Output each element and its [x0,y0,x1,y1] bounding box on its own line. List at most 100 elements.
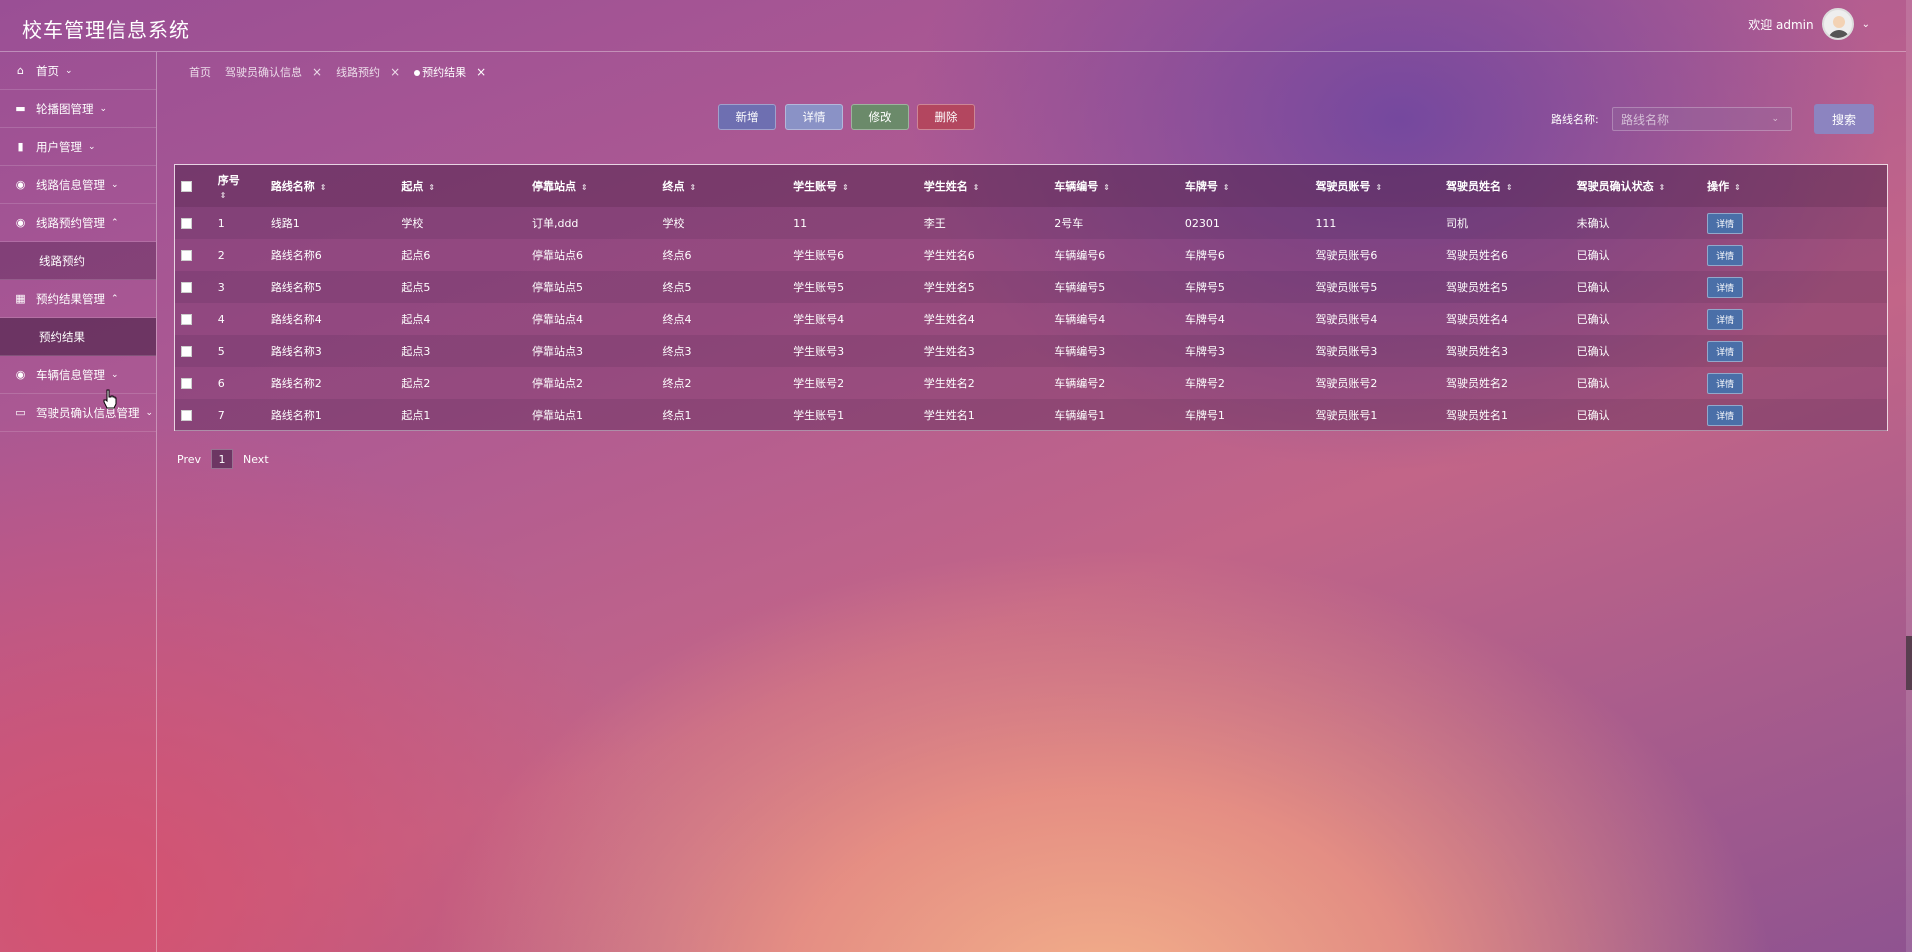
sidebar-item[interactable]: ⌂ 首页 ⌄ [0,52,156,90]
column-header[interactable]: 序号 ⇕ [214,165,267,207]
sort-icon[interactable]: ⇕ [581,183,588,192]
row-detail-button[interactable]: 详情 [1707,372,1744,394]
table-cell: 学生姓名1 [923,409,975,422]
sidebar-item[interactable]: ▬ 轮播图管理 ⌄ [0,90,156,128]
table-row[interactable]: 5 路线名称3 起点3 停靠站点3 终点3 学生账号3 学生姓名3 车辆编号3 车牌号3 驾驶员账… [175,335,1887,367]
table-row[interactable]: 6 路线名称2 起点2 停靠站点2 终点2 学生账号2 学生姓名2 车辆编号2 车牌号2 驾驶员账… [175,367,1887,399]
row-checkbox[interactable] [181,314,192,325]
row-detail-button[interactable]: 详情 [1707,276,1744,298]
column-header[interactable]: 操作 ⇕ [1703,165,1887,207]
table-cell: 驾驶员账号1 [1315,409,1378,422]
row-checkbox[interactable] [181,378,192,389]
detail-button[interactable]: 详情 [785,104,843,130]
table-cell: 车牌号2 [1184,377,1225,390]
table-cell: 学生姓名6 [923,249,975,262]
close-icon[interactable]: × [312,65,322,79]
row-checkbox[interactable] [181,346,192,357]
table-cell: 车牌号3 [1184,345,1225,358]
chevron-down-icon[interactable]: ⌄ [1862,19,1870,30]
row-checkbox[interactable] [181,410,192,421]
table-row[interactable]: 7 路线名称1 起点1 停靠站点1 终点1 学生账号1 学生姓名1 车辆编号1 车牌号1 驾驶员账… [175,399,1887,431]
sidebar-item[interactable]: ▦ 预约结果管理 ⌃ [0,280,156,318]
table-cell: 起点2 [401,377,431,390]
tab-label: 线路预约 [336,66,381,79]
carousel-icon: ▬ [15,102,26,115]
table-row[interactable]: 2 路线名称6 起点6 停靠站点6 终点6 学生账号6 学生姓名6 车辆编号6 车牌号6 驾驶员账… [175,239,1887,271]
tab-bar: 首页 驾驶员确认信息 × 线路预约 × 预约结果 × [189,64,486,80]
sort-icon[interactable]: ⇕ [690,183,697,192]
sidebar-item-label: 首页 [36,63,59,78]
close-icon[interactable]: × [390,65,400,79]
row-checkbox[interactable] [181,250,192,261]
column-header[interactable]: 终点 ⇕ [659,165,790,207]
edit-button[interactable]: 修改 [851,104,909,130]
column-header[interactable]: 驾驶员账号 ⇕ [1311,165,1442,207]
table-row[interactable]: 3 路线名称5 起点5 停靠站点5 终点5 学生账号5 学生姓名5 车辆编号5 车牌号5 驾驶员账… [175,271,1887,303]
sort-icon[interactable]: ⇕ [320,183,327,192]
scrollbar[interactable] [1906,0,1912,952]
sort-icon[interactable]: ⇕ [842,183,849,192]
table-cell: 学生账号2 [793,377,845,390]
route-name-select[interactable]: 路线名称 ⌄ [1612,107,1792,131]
sort-icon[interactable]: ⇕ [973,183,980,192]
table-cell: 学生姓名3 [923,345,975,358]
tab-driver-confirm[interactable]: 驾驶员确认信息 × [225,64,322,80]
column-header[interactable]: 车辆编号 ⇕ [1050,165,1181,207]
scrollbar-thumb[interactable] [1906,636,1912,690]
table-cell: 3 [217,280,225,294]
sidebar-item[interactable]: ◉ 线路预约管理 ⌃ [0,204,156,242]
column-header[interactable]: 驾驶员姓名 ⇕ [1442,165,1573,207]
user-menu[interactable]: 欢迎 admin ⌄ [1748,8,1870,40]
search-button[interactable]: 搜索 [1814,104,1874,134]
table-header-row: 序号 ⇕ 路线名称 ⇕ 起点 ⇕ 停靠站点 ⇕ 终点 ⇕ 学生账号 ⇕ 学生姓名 ⇕ 车辆编号 ⇕ 车牌号 ⇕ 驾驶… [175,165,1887,207]
avatar[interactable] [1821,8,1854,40]
sort-icon[interactable]: ⇕ [1506,183,1513,192]
sidebar-subitem[interactable]: 线路预约 [0,242,156,280]
action-cell: 详情 [1703,271,1887,303]
sidebar-item[interactable]: ◉ 线路信息管理 ⌄ [0,166,156,204]
sort-icon[interactable]: ⇕ [1375,183,1382,192]
sort-icon[interactable]: ⇕ [1734,183,1741,192]
column-header[interactable]: 车牌号 ⇕ [1181,165,1312,207]
chevron-down-icon: ⌄ [111,179,119,190]
sidebar-item[interactable]: ▭ 驾驶员确认信息管理 ⌄ [0,394,156,432]
sidebar-subitem[interactable]: 预约结果 [0,318,156,356]
sort-icon[interactable]: ⇕ [428,183,435,192]
row-detail-button[interactable]: 详情 [1707,212,1744,234]
sidebar-item[interactable]: ◉ 车辆信息管理 ⌄ [0,356,156,394]
row-detail-button[interactable]: 详情 [1707,244,1744,266]
tab-booking-result[interactable]: 预约结果 × [414,64,486,80]
column-header[interactable]: 学生账号 ⇕ [789,165,920,207]
next-link[interactable]: Next [243,453,269,466]
column-header[interactable]: 驾驶员确认状态 ⇕ [1573,165,1704,207]
row-detail-button[interactable]: 详情 [1707,340,1744,362]
table-cell: 1 [217,216,225,230]
row-detail-button[interactable]: 详情 [1707,308,1744,330]
sort-icon[interactable]: ⇕ [1659,183,1666,192]
sort-icon[interactable]: ⇕ [220,191,227,200]
sort-icon[interactable]: ⇕ [1103,183,1110,192]
column-header[interactable]: 停靠站点 ⇕ [528,165,659,207]
table-row[interactable]: 1 线路1 学校 订单,ddd 学校 11 李王 2号车 02301 111 司机 未确认 详情 [175,207,1887,239]
tab-home[interactable]: 首页 [189,64,211,80]
close-icon[interactable]: × [476,65,486,79]
column-header[interactable]: 起点 ⇕ [397,165,528,207]
tab-label: 驾驶员确认信息 [225,66,302,79]
add-button[interactable]: 新增 [718,104,776,130]
row-detail-button[interactable]: 详情 [1707,404,1744,426]
delete-button[interactable]: 删除 [917,104,975,130]
column-header[interactable]: 学生姓名 ⇕ [920,165,1051,207]
row-checkbox[interactable] [181,218,192,229]
select-all-checkbox[interactable] [181,181,192,192]
tab-label: 首页 [189,66,211,79]
row-checkbox[interactable] [181,282,192,293]
tab-route-booking[interactable]: 线路预约 × [336,64,400,80]
page-number[interactable]: 1 [211,449,233,469]
column-header[interactable]: 路线名称 ⇕ [267,165,398,207]
prev-link[interactable]: Prev [177,453,201,466]
sort-icon[interactable]: ⇕ [1223,183,1230,192]
table-row[interactable]: 4 路线名称4 起点4 停靠站点4 终点4 学生账号4 学生姓名4 车辆编号4 车牌号4 驾驶员账… [175,303,1887,335]
table-cell: 停靠站点6 [531,249,583,262]
sidebar-item[interactable]: ▮ 用户管理 ⌄ [0,128,156,166]
column-header-label: 序号 [217,173,240,187]
